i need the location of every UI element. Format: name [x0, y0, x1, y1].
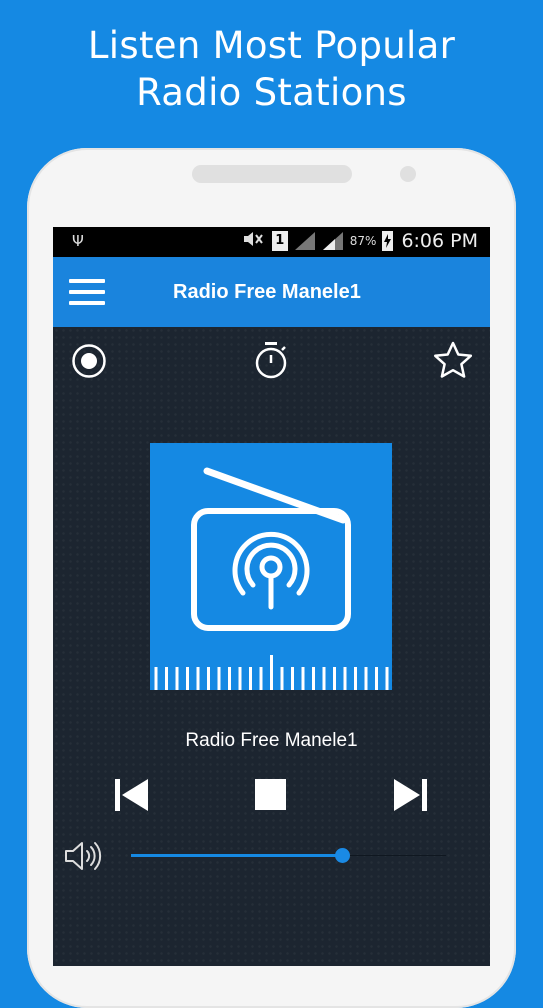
radio-icon — [154, 467, 389, 690]
previous-icon[interactable] — [113, 777, 151, 813]
phone-camera — [400, 166, 416, 182]
battery-percent: 87% — [349, 234, 377, 248]
app-screen: Ψ 1 87% 6:06 PM Radio Free Manele1 Radio… — [53, 227, 490, 966]
station-name: Radio Free Manele1 — [185, 730, 358, 751]
status-icons: 1 87% 6:06 PM — [242, 230, 478, 252]
volume-fill — [131, 854, 342, 857]
stop-icon[interactable] — [254, 778, 287, 811]
phone-speaker — [192, 165, 352, 183]
app-bar-title: Radio Free Manele1 — [173, 281, 361, 303]
signal-icon — [294, 231, 316, 251]
status-bar: Ψ 1 87% 6:06 PM — [53, 227, 490, 257]
usb-icon: Ψ — [72, 232, 84, 250]
signal-icon-2 — [322, 231, 344, 251]
promo-line-1: Listen Most Popular — [87, 24, 456, 67]
promo-line-2: Radio Stations — [136, 71, 407, 114]
volume-slider-handle[interactable] — [335, 848, 350, 863]
station-artwork — [150, 443, 392, 690]
volume-icon[interactable] — [63, 840, 103, 872]
app-bar: Radio Free Manele1 — [53, 257, 490, 327]
favorite-star-icon[interactable] — [433, 341, 473, 379]
next-icon[interactable] — [391, 777, 429, 813]
mute-icon — [242, 230, 266, 252]
record-icon[interactable] — [71, 343, 107, 379]
hamburger-menu-icon[interactable] — [69, 279, 105, 307]
status-time: 6:06 PM — [401, 230, 478, 252]
timer-icon[interactable] — [252, 340, 290, 380]
sim-icon: 1 — [271, 231, 288, 251]
battery-icon — [382, 231, 394, 251]
promo-headline: Listen Most Popular Radio Stations — [0, 22, 543, 116]
